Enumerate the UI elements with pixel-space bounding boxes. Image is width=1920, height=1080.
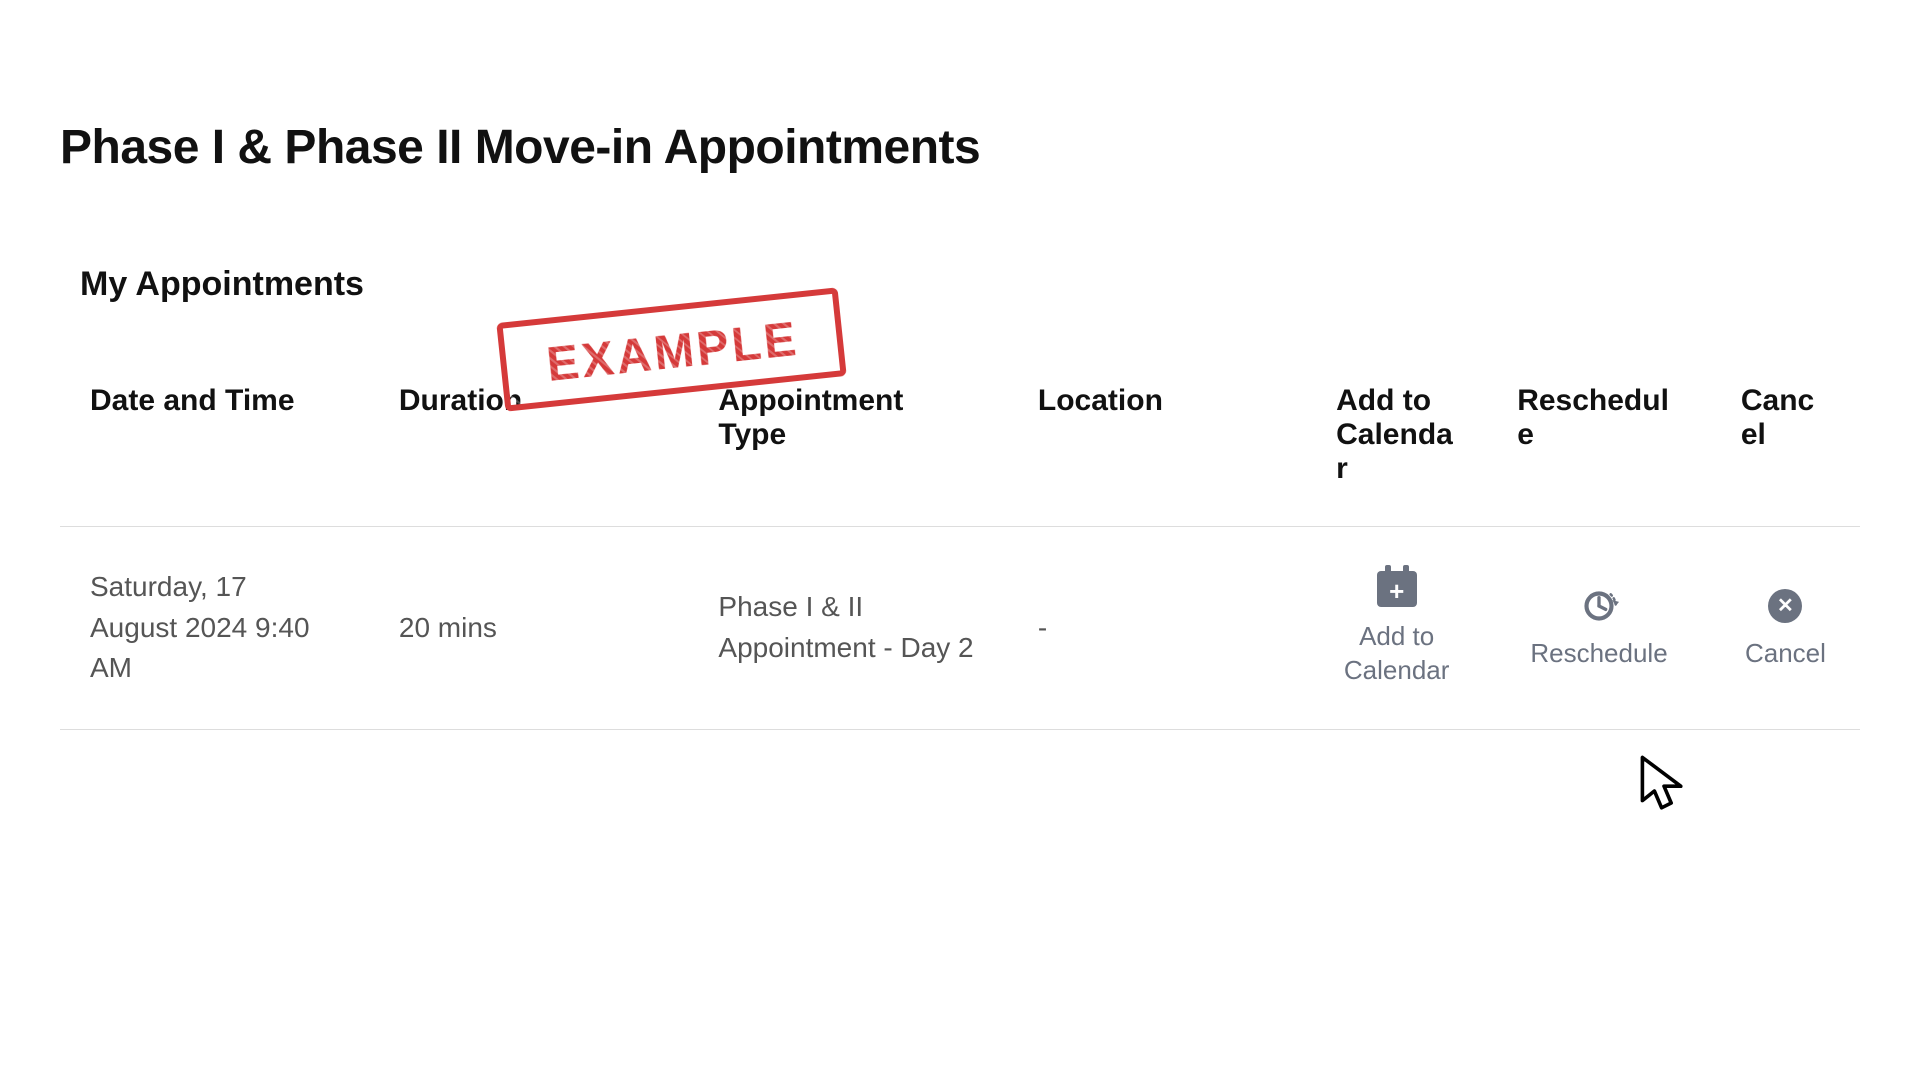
col-header-add-to-calendar: Add to Calendar xyxy=(1306,364,1487,527)
table-header-row: Date and Time Duration Appointment Type … xyxy=(60,364,1860,527)
cancel-button[interactable]: ✕ Cancel xyxy=(1741,585,1830,671)
cell-duration: 20 mins xyxy=(369,527,689,730)
col-header-location: Location xyxy=(1008,364,1306,527)
col-header-type: Appointment Type xyxy=(688,364,1008,527)
appointments-table: Date and Time Duration Appointment Type … xyxy=(60,364,1860,730)
cell-type: Phase I & II Appointment - Day 2 xyxy=(688,527,1008,730)
table-row: Saturday, 17 August 2024 9:40 AM 20 mins… xyxy=(60,527,1860,730)
section-title: My Appointments xyxy=(80,265,1860,304)
cell-location: - xyxy=(1008,527,1306,730)
add-to-calendar-button[interactable]: + Add to Calendar xyxy=(1336,568,1457,688)
cancel-label: Cancel xyxy=(1745,637,1826,671)
col-header-reschedule: Reschedule xyxy=(1487,364,1711,527)
col-header-datetime: Date and Time xyxy=(60,364,369,527)
col-header-cancel: Cancel xyxy=(1711,364,1860,527)
add-to-calendar-label: Add to Calendar xyxy=(1336,620,1457,688)
reschedule-button[interactable]: Reschedule xyxy=(1517,585,1681,671)
mouse-cursor-icon xyxy=(1640,755,1688,815)
page-title: Phase I & Phase II Move-in Appointments xyxy=(60,120,1860,175)
cell-datetime: Saturday, 17 August 2024 9:40 AM xyxy=(60,527,369,730)
cancel-x-icon: ✕ xyxy=(1764,585,1806,627)
col-header-duration: Duration xyxy=(369,364,689,527)
calendar-plus-icon: + xyxy=(1376,568,1418,610)
reschedule-clock-icon xyxy=(1578,585,1620,627)
reschedule-label: Reschedule xyxy=(1530,637,1667,671)
